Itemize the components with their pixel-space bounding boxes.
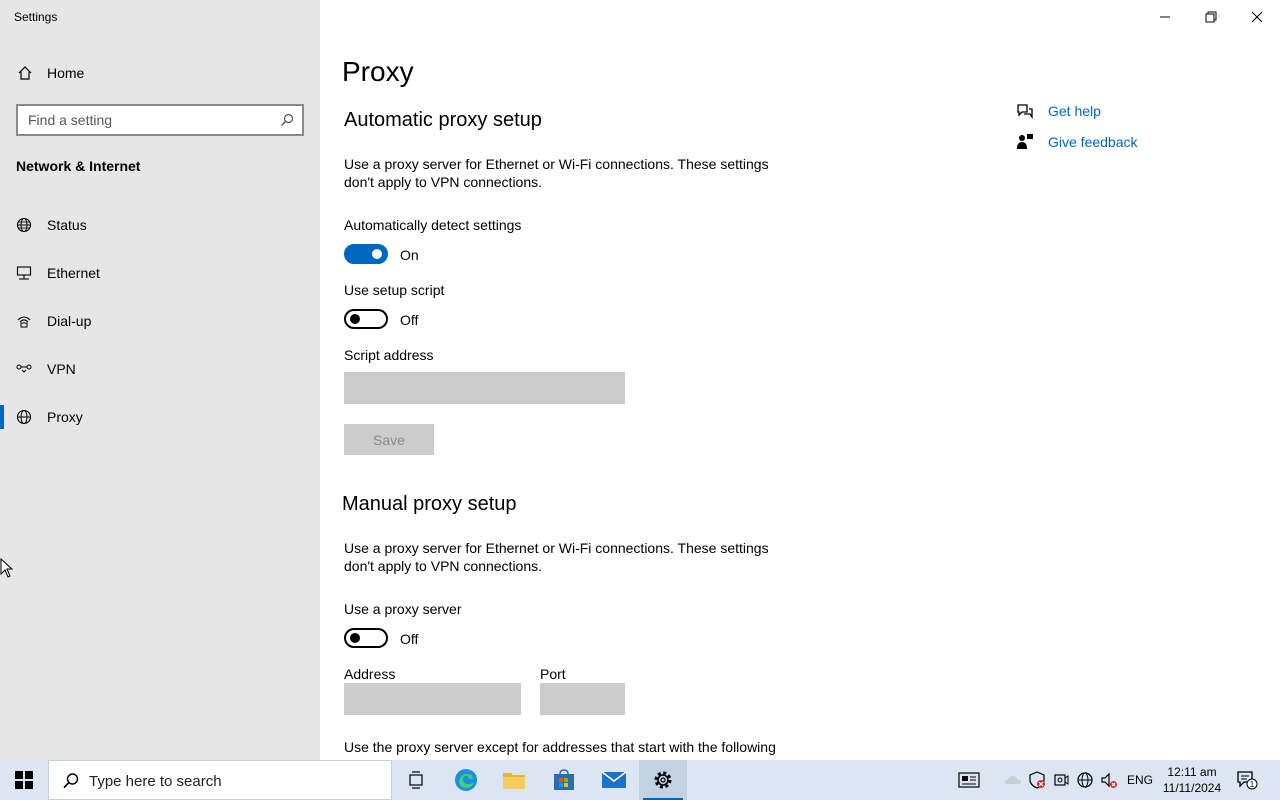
- taskbar-search-box[interactable]: Type here to search: [48, 760, 392, 800]
- sidebar-item-dialup[interactable]: Dial-up: [0, 303, 320, 339]
- section-heading: Network & Internet: [16, 158, 141, 174]
- setup-script-state: Off: [400, 312, 419, 328]
- toggle-knob: [350, 314, 360, 324]
- security-shield-icon[interactable]: [1028, 771, 1046, 789]
- page-title: Proxy: [342, 56, 414, 87]
- mail-icon: [601, 771, 627, 788]
- clock-date: 11/11/2024: [1162, 781, 1222, 795]
- folder-icon: [503, 773, 525, 789]
- store-icon: [554, 769, 574, 790]
- gear-icon: [654, 771, 672, 789]
- notification-icon: 1: [1237, 771, 1258, 790]
- start-button[interactable]: [0, 760, 48, 800]
- close-icon: [1251, 11, 1263, 23]
- toggle-knob: [350, 633, 360, 643]
- taskbar-search-placeholder: Type here to search: [89, 773, 222, 790]
- windows-logo-icon: [15, 771, 33, 789]
- minimize-icon: [1160, 16, 1170, 18]
- sidebar-item-label: Status: [47, 217, 87, 233]
- dialup-icon: [17, 316, 31, 328]
- automatic-proxy-description: Use a proxy server for Ethernet or Wi-Fi…: [344, 156, 769, 190]
- save-button[interactable]: Save: [344, 424, 434, 455]
- sidebar-item-label: Proxy: [47, 409, 83, 425]
- search-icon: [63, 773, 79, 789]
- manual-proxy-heading: Manual proxy setup: [342, 493, 517, 515]
- sidebar-item-label: VPN: [47, 361, 76, 377]
- toggle-knob: [372, 249, 382, 259]
- volume-muted-icon[interactable]: [1100, 771, 1118, 789]
- feedback-icon: [1017, 134, 1033, 149]
- restore-button[interactable]: [1188, 4, 1234, 30]
- address-label: Address: [344, 666, 396, 682]
- sidebar-item-home[interactable]: Home: [0, 58, 320, 88]
- manual-proxy-description: Use a proxy server for Ethernet or Wi-Fi…: [344, 540, 769, 574]
- setup-script-toggle[interactable]: [344, 309, 388, 329]
- taskbar: Type here to search ENG 12:11 am 11/11/2…: [0, 760, 1280, 800]
- globe-icon: [16, 217, 32, 233]
- minimize-button[interactable]: [1142, 4, 1188, 30]
- sidebar-item-status[interactable]: Status: [0, 207, 320, 243]
- main-content: Proxy Automatic proxy setup Use a proxy …: [320, 0, 1280, 760]
- onedrive-cloud-icon[interactable]: [1004, 771, 1022, 789]
- home-icon: [18, 66, 32, 80]
- news-widget-icon[interactable]: [958, 771, 980, 789]
- sidebar-item-proxy[interactable]: Proxy: [0, 399, 320, 435]
- auto-detect-label: Automatically detect settings: [344, 217, 522, 233]
- auto-detect-state: On: [400, 247, 419, 263]
- script-address-label: Script address: [344, 347, 434, 363]
- store-app-button[interactable]: [540, 760, 588, 800]
- settings-app-button[interactable]: [639, 760, 687, 800]
- globe-icon: [16, 409, 32, 425]
- use-proxy-toggle[interactable]: [344, 628, 388, 648]
- get-help-link[interactable]: Get help: [1048, 103, 1101, 119]
- automatic-proxy-heading: Automatic proxy setup: [344, 109, 542, 131]
- exceptions-label: Use the proxy server except for addresse…: [344, 739, 776, 755]
- use-proxy-state: Off: [400, 631, 419, 647]
- input-language-indicator[interactable]: ENG: [1127, 773, 1153, 787]
- clock[interactable]: 12:11 am 11/11/2024: [1152, 764, 1232, 796]
- restore-icon: [1205, 11, 1217, 23]
- search-input[interactable]: [28, 111, 268, 129]
- use-proxy-label: Use a proxy server: [344, 601, 462, 617]
- edge-browser-icon: [455, 769, 477, 791]
- port-label: Port: [540, 666, 566, 682]
- proxy-address-field[interactable]: [344, 683, 521, 715]
- sidebar-item-label: Dial-up: [47, 313, 92, 329]
- help-icon: [1017, 104, 1033, 120]
- mouse-cursor-icon: [0, 558, 14, 578]
- window-title: Settings: [14, 10, 58, 24]
- auto-detect-toggle[interactable]: [344, 244, 388, 264]
- sidebar-item-label: Ethernet: [47, 265, 100, 281]
- sidebar-item-label: Home: [47, 65, 85, 81]
- sidebar-item-ethernet[interactable]: Ethernet: [0, 255, 320, 291]
- ethernet-icon: [16, 266, 32, 280]
- proxy-port-field[interactable]: [540, 683, 625, 715]
- setup-script-label: Use setup script: [344, 282, 445, 298]
- script-address-field[interactable]: [344, 372, 625, 404]
- close-button[interactable]: [1234, 4, 1280, 30]
- edge-app-button[interactable]: [442, 760, 490, 800]
- notification-count: 1: [1250, 780, 1255, 789]
- give-feedback-link[interactable]: Give feedback: [1048, 134, 1138, 150]
- file-explorer-button[interactable]: [490, 760, 538, 800]
- mail-app-button[interactable]: [590, 760, 638, 800]
- meet-now-icon[interactable]: [1052, 771, 1070, 789]
- settings-window: Settings Home Network & Internet S: [0, 0, 1280, 800]
- vpn-icon: [16, 364, 32, 373]
- sidebar: Settings Home Network & Internet S: [0, 0, 320, 760]
- find-setting-search[interactable]: [16, 104, 304, 136]
- search-icon[interactable]: [280, 113, 294, 127]
- network-globe-icon[interactable]: [1076, 771, 1094, 789]
- task-view-button[interactable]: [392, 760, 440, 800]
- sidebar-item-vpn[interactable]: VPN: [0, 351, 320, 387]
- action-center-button[interactable]: 1: [1236, 770, 1258, 790]
- clock-time: 12:11 am: [1167, 765, 1217, 779]
- task-view-icon: [409, 771, 423, 789]
